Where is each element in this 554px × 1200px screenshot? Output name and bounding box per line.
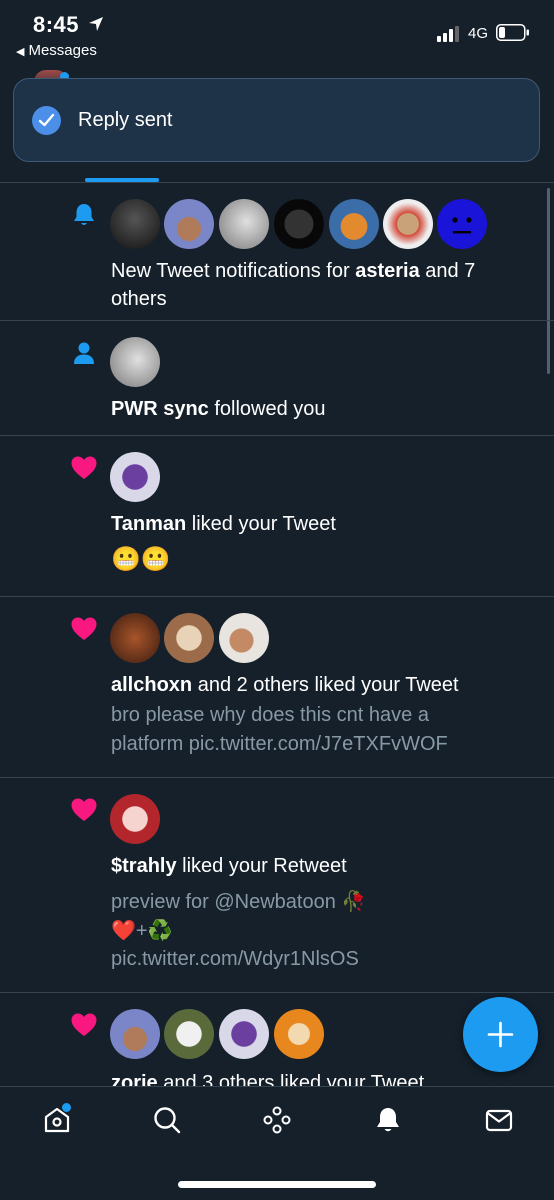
user-name[interactable]: asteria bbox=[355, 260, 420, 282]
heart-icon bbox=[71, 798, 97, 821]
notification-item[interactable]: PWR sync followed you bbox=[0, 321, 554, 436]
toast-text: Reply sent bbox=[78, 109, 173, 131]
avatar-group bbox=[110, 452, 160, 502]
bell-icon[interactable] bbox=[373, 1105, 403, 1135]
neutral-face-icon bbox=[452, 217, 472, 234]
home-unread-dot bbox=[62, 1103, 71, 1112]
avatar-group bbox=[110, 199, 490, 249]
location-arrow-icon bbox=[89, 17, 103, 31]
battery-icon bbox=[496, 24, 529, 41]
avatar[interactable] bbox=[164, 1009, 214, 1059]
tweet-preview-line: ❤️+♻️ bbox=[111, 920, 173, 942]
avatar[interactable] bbox=[219, 199, 269, 249]
bell-icon bbox=[74, 204, 94, 225]
avatar[interactable] bbox=[274, 199, 324, 249]
notification-text: zorie and 3 others liked your Tweet bbox=[111, 1069, 521, 1086]
avatar-group bbox=[110, 337, 160, 387]
avatar[interactable] bbox=[329, 199, 379, 249]
heart-icon bbox=[71, 456, 97, 479]
notification-text: Tanman liked your Tweet bbox=[111, 510, 521, 538]
notification-item[interactable]: $trahly liked your Retweet preview for @… bbox=[0, 778, 554, 993]
back-triangle-icon: ◀ bbox=[16, 46, 25, 58]
avatar[interactable] bbox=[437, 199, 487, 249]
notification-item[interactable]: Tanman liked your Tweet 😬😬 bbox=[0, 436, 554, 597]
heart-icon bbox=[71, 617, 97, 640]
network-label: 4G bbox=[468, 25, 489, 42]
user-name[interactable]: PWR sync bbox=[111, 398, 209, 420]
notification-action: liked your Tweet bbox=[186, 513, 336, 535]
home-indicator[interactable] bbox=[178, 1181, 376, 1188]
notification-action: and 3 others liked your Tweet bbox=[157, 1072, 425, 1086]
notification-text: allchoxn and 2 others liked your Tweet bbox=[111, 671, 521, 699]
status-bar: 8:45 ◀ Messages 4G bbox=[0, 0, 554, 70]
avatar[interactable] bbox=[219, 1009, 269, 1059]
status-time: 8:45 bbox=[33, 12, 80, 37]
person-icon bbox=[74, 342, 94, 364]
notification-prefix: New Tweet notifications for bbox=[111, 260, 356, 282]
user-name[interactable]: $trahly bbox=[111, 855, 177, 877]
back-label: Messages bbox=[28, 42, 97, 59]
signal-icon bbox=[437, 26, 459, 42]
notification-action: and 2 others liked your Tweet bbox=[192, 674, 459, 696]
tweet-preview: 😬😬 bbox=[111, 546, 171, 573]
avatar[interactable] bbox=[164, 613, 214, 663]
user-name[interactable]: zorie bbox=[111, 1072, 158, 1086]
tweet-link[interactable]: pic.twitter.com/Wdyr1NlsOS bbox=[111, 945, 521, 974]
bottom-nav bbox=[0, 1086, 554, 1200]
notification-text: $trahly liked your Retweet bbox=[111, 852, 521, 880]
reply-sent-toast: Reply sent bbox=[13, 78, 540, 162]
tweet-preview-line: preview for @Newbatoon 🥀 bbox=[111, 891, 367, 913]
compose-tweet-button[interactable] bbox=[463, 997, 538, 1072]
search-icon[interactable] bbox=[152, 1105, 182, 1135]
spaces-icon[interactable] bbox=[262, 1105, 292, 1135]
avatar[interactable] bbox=[219, 613, 269, 663]
notification-action: followed you bbox=[208, 398, 326, 420]
avatar[interactable] bbox=[383, 199, 433, 249]
notification-action: liked your Retweet bbox=[176, 855, 347, 877]
avatar[interactable] bbox=[274, 1009, 324, 1059]
heart-icon bbox=[71, 1013, 97, 1036]
avatar[interactable] bbox=[110, 199, 160, 249]
avatar-group bbox=[110, 613, 270, 663]
notification-text: New Tweet notifications for asteria and … bbox=[111, 257, 521, 313]
avatar-group bbox=[110, 1009, 324, 1059]
avatar-group bbox=[110, 794, 160, 844]
avatar[interactable] bbox=[164, 199, 214, 249]
back-to-messages-link[interactable]: ◀ Messages bbox=[16, 42, 97, 59]
avatar[interactable] bbox=[110, 613, 160, 663]
plus-icon bbox=[487, 1021, 514, 1048]
avatar[interactable] bbox=[110, 1009, 160, 1059]
avatar[interactable] bbox=[110, 452, 160, 502]
tweet-preview: bro please why does this cnt have a plat… bbox=[111, 704, 448, 755]
avatar[interactable] bbox=[110, 794, 160, 844]
user-name[interactable]: allchoxn bbox=[111, 674, 192, 696]
notification-item[interactable]: allchoxn and 2 others liked your Tweet b… bbox=[0, 597, 554, 778]
check-icon bbox=[32, 106, 61, 135]
avatar[interactable] bbox=[110, 337, 160, 387]
notification-item[interactable]: New Tweet notifications for asteria and … bbox=[0, 183, 554, 321]
user-name[interactable]: Tanman bbox=[111, 513, 186, 535]
mail-icon[interactable] bbox=[484, 1105, 514, 1135]
notification-text: PWR sync followed you bbox=[111, 395, 521, 423]
